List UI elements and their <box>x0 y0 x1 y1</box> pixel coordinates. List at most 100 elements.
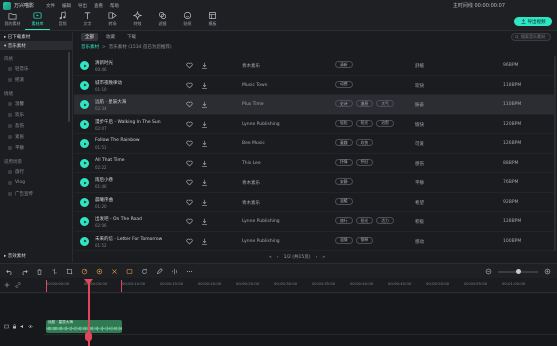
play-button[interactable] <box>80 236 89 246</box>
download-icon[interactable] <box>201 101 208 108</box>
sidebar-group-downloaded[interactable]: ▸ 已下载素材 <box>0 32 72 41</box>
breadcrumb-root[interactable]: 音乐素材 <box>81 44 99 50</box>
page-next-button[interactable]: › <box>316 255 318 260</box>
sidebar-item[interactable]: 广告宣传 <box>0 188 72 199</box>
track-row[interactable]: 远航 · 星辰大海 02:34 Plus Time 史诗 激昂 大气 振奋 110B… <box>74 95 554 115</box>
subtab-favorites[interactable]: 收藏 <box>102 33 119 41</box>
tag-chip[interactable]: 激昂 <box>355 100 374 107</box>
zoom-in-icon[interactable] <box>544 268 551 275</box>
timeline-ruler[interactable]: 00:00:00:00 00:00:05:00 00:00:10:00 00:00:1… <box>0 279 557 293</box>
play-button[interactable] <box>80 61 89 70</box>
audio-split-icon[interactable] <box>171 268 178 275</box>
heart-icon[interactable] <box>186 238 193 245</box>
download-icon[interactable] <box>201 121 208 128</box>
subtab-downloads[interactable]: 下载 <box>123 33 140 41</box>
menu-item[interactable]: 导出 <box>78 3 87 9</box>
search-input[interactable]: 搜索音乐素材 <box>511 33 551 41</box>
sidebar-item[interactable]: Vlog <box>0 177 72 188</box>
sidebar-item[interactable]: 轻音乐 <box>0 63 72 74</box>
track-row[interactable]: 未来的信 · Letter For Tomorrow 01:52 Lynne P… <box>74 232 554 251</box>
sidebar-item[interactable]: 欢乐 <box>0 109 72 120</box>
eye-icon[interactable] <box>28 324 33 329</box>
redo-icon[interactable] <box>21 268 28 275</box>
heart-icon[interactable] <box>186 82 193 89</box>
heart-icon[interactable] <box>186 179 193 186</box>
track-row[interactable]: 清新时光 00:46 青木素乐 清新 舒缓 96BPM <box>74 56 554 76</box>
heart-icon[interactable] <box>186 140 193 147</box>
download-icon[interactable] <box>201 179 208 186</box>
pen-icon[interactable] <box>156 267 163 275</box>
tag-chip[interactable]: 童趣 <box>335 139 353 146</box>
page-first-button[interactable]: « <box>269 255 272 260</box>
tag-chip[interactable]: 史诗 <box>335 100 353 107</box>
subtab-all[interactable]: 全部 <box>81 33 98 41</box>
sidebar-item[interactable]: 温馨 <box>0 98 72 109</box>
track-row[interactable]: All That Time 02:22 This Lee 抒情 怀旧 感伤 88B… <box>74 154 554 173</box>
heart-icon[interactable] <box>186 121 193 128</box>
tag-chip[interactable]: 抒情 <box>335 158 353 166</box>
sidebar-group-music[interactable]: ▾ 音乐素材 <box>0 41 72 50</box>
download-icon[interactable] <box>201 160 208 167</box>
link-icon[interactable] <box>15 282 21 288</box>
sidebar-item[interactable]: 摇滚 <box>0 74 72 85</box>
audio-clip[interactable]: 远航 · 星辰大海 <box>46 320 122 333</box>
play-button[interactable] <box>80 100 89 109</box>
tag-chip[interactable]: 怀旧 <box>355 158 374 166</box>
sidebar-item[interactable]: 旅行 <box>0 166 72 177</box>
play-button[interactable] <box>80 158 89 168</box>
tag-chip[interactable]: 活力 <box>376 217 394 224</box>
more-icon[interactable] <box>186 268 193 275</box>
tag-chip[interactable]: 旅行 <box>335 217 353 224</box>
tab-templates[interactable]: 模板 <box>200 11 225 30</box>
tag-chip[interactable]: 阳光 <box>355 119 374 127</box>
sidebar-item[interactable]: 平静 <box>0 142 72 153</box>
zoom-out-icon[interactable] <box>485 268 492 275</box>
speed-icon[interactable] <box>81 268 88 275</box>
tab-filters[interactable]: 滤镜 <box>150 11 175 30</box>
track-row[interactable]: 晨曦序曲 01:20 青木素乐 温暖 希望 92BPM <box>74 193 554 212</box>
heart-icon[interactable] <box>186 160 193 167</box>
page-prev-button[interactable]: ‹ <box>277 255 279 260</box>
play-button[interactable] <box>80 217 89 226</box>
download-icon[interactable] <box>201 218 208 225</box>
tag-chip[interactable]: 轻松 <box>335 119 353 127</box>
zoom-slider[interactable] <box>498 269 538 274</box>
tab-effects[interactable]: 特效 <box>125 11 150 30</box>
tab-transition[interactable]: 转场 <box>100 11 125 30</box>
track-row[interactable]: 漫步午后 - Walking In The Sun 02:07 Lynne Pu… <box>74 115 554 134</box>
tag-chip[interactable]: 安静 <box>335 178 353 185</box>
tab-audio[interactable]: 音频 <box>50 11 75 30</box>
delete-icon[interactable] <box>36 268 43 275</box>
download-icon[interactable] <box>201 62 208 69</box>
split-icon[interactable] <box>51 268 58 275</box>
menu-item[interactable]: 编辑 <box>62 3 71 9</box>
lock-icon[interactable] <box>12 324 17 329</box>
crop-icon[interactable] <box>66 268 73 275</box>
sidebar-item[interactable]: 悲伤 <box>0 120 72 131</box>
color-icon[interactable] <box>96 268 103 275</box>
play-button[interactable] <box>80 197 89 207</box>
play-button[interactable] <box>80 80 89 90</box>
playhead-knob[interactable] <box>85 332 92 341</box>
download-icon[interactable] <box>201 238 208 245</box>
tag-chip[interactable]: 大气 <box>376 100 394 107</box>
heart-icon[interactable] <box>186 62 193 69</box>
sidebar-group-sfx[interactable]: ▸ 音效素材 <box>0 251 72 260</box>
tag-chip[interactable]: 阳光 <box>355 217 374 224</box>
list-scrollbar[interactable] <box>554 56 556 251</box>
undo-icon[interactable] <box>6 268 13 275</box>
heart-icon[interactable] <box>186 199 193 206</box>
stabilize-icon[interactable] <box>111 268 118 275</box>
tag-chip[interactable]: 治愈 <box>376 119 394 127</box>
menu-item[interactable]: 帮助 <box>110 3 119 9</box>
track-row[interactable]: 雨后小巷 01:46 青木素乐 安静 平静 76BPM <box>74 173 554 193</box>
track-row[interactable]: Follow The Rainbow 01:51 Bee Music 童趣 欢快 … <box>74 134 554 154</box>
add-track-icon[interactable] <box>4 282 10 288</box>
download-icon[interactable] <box>201 82 208 89</box>
sidebar-scrollbar[interactable] <box>68 52 70 122</box>
sidebar-item[interactable]: 紧张 <box>0 131 72 142</box>
tag-chip[interactable]: 清新 <box>335 61 353 68</box>
tag-chip[interactable]: 欢快 <box>355 139 374 146</box>
track-row[interactable]: 城市夜晚律动 01:10 Music Town 动感 欢快 118BPM <box>74 76 554 95</box>
menu-item[interactable]: 查看 <box>94 3 103 9</box>
